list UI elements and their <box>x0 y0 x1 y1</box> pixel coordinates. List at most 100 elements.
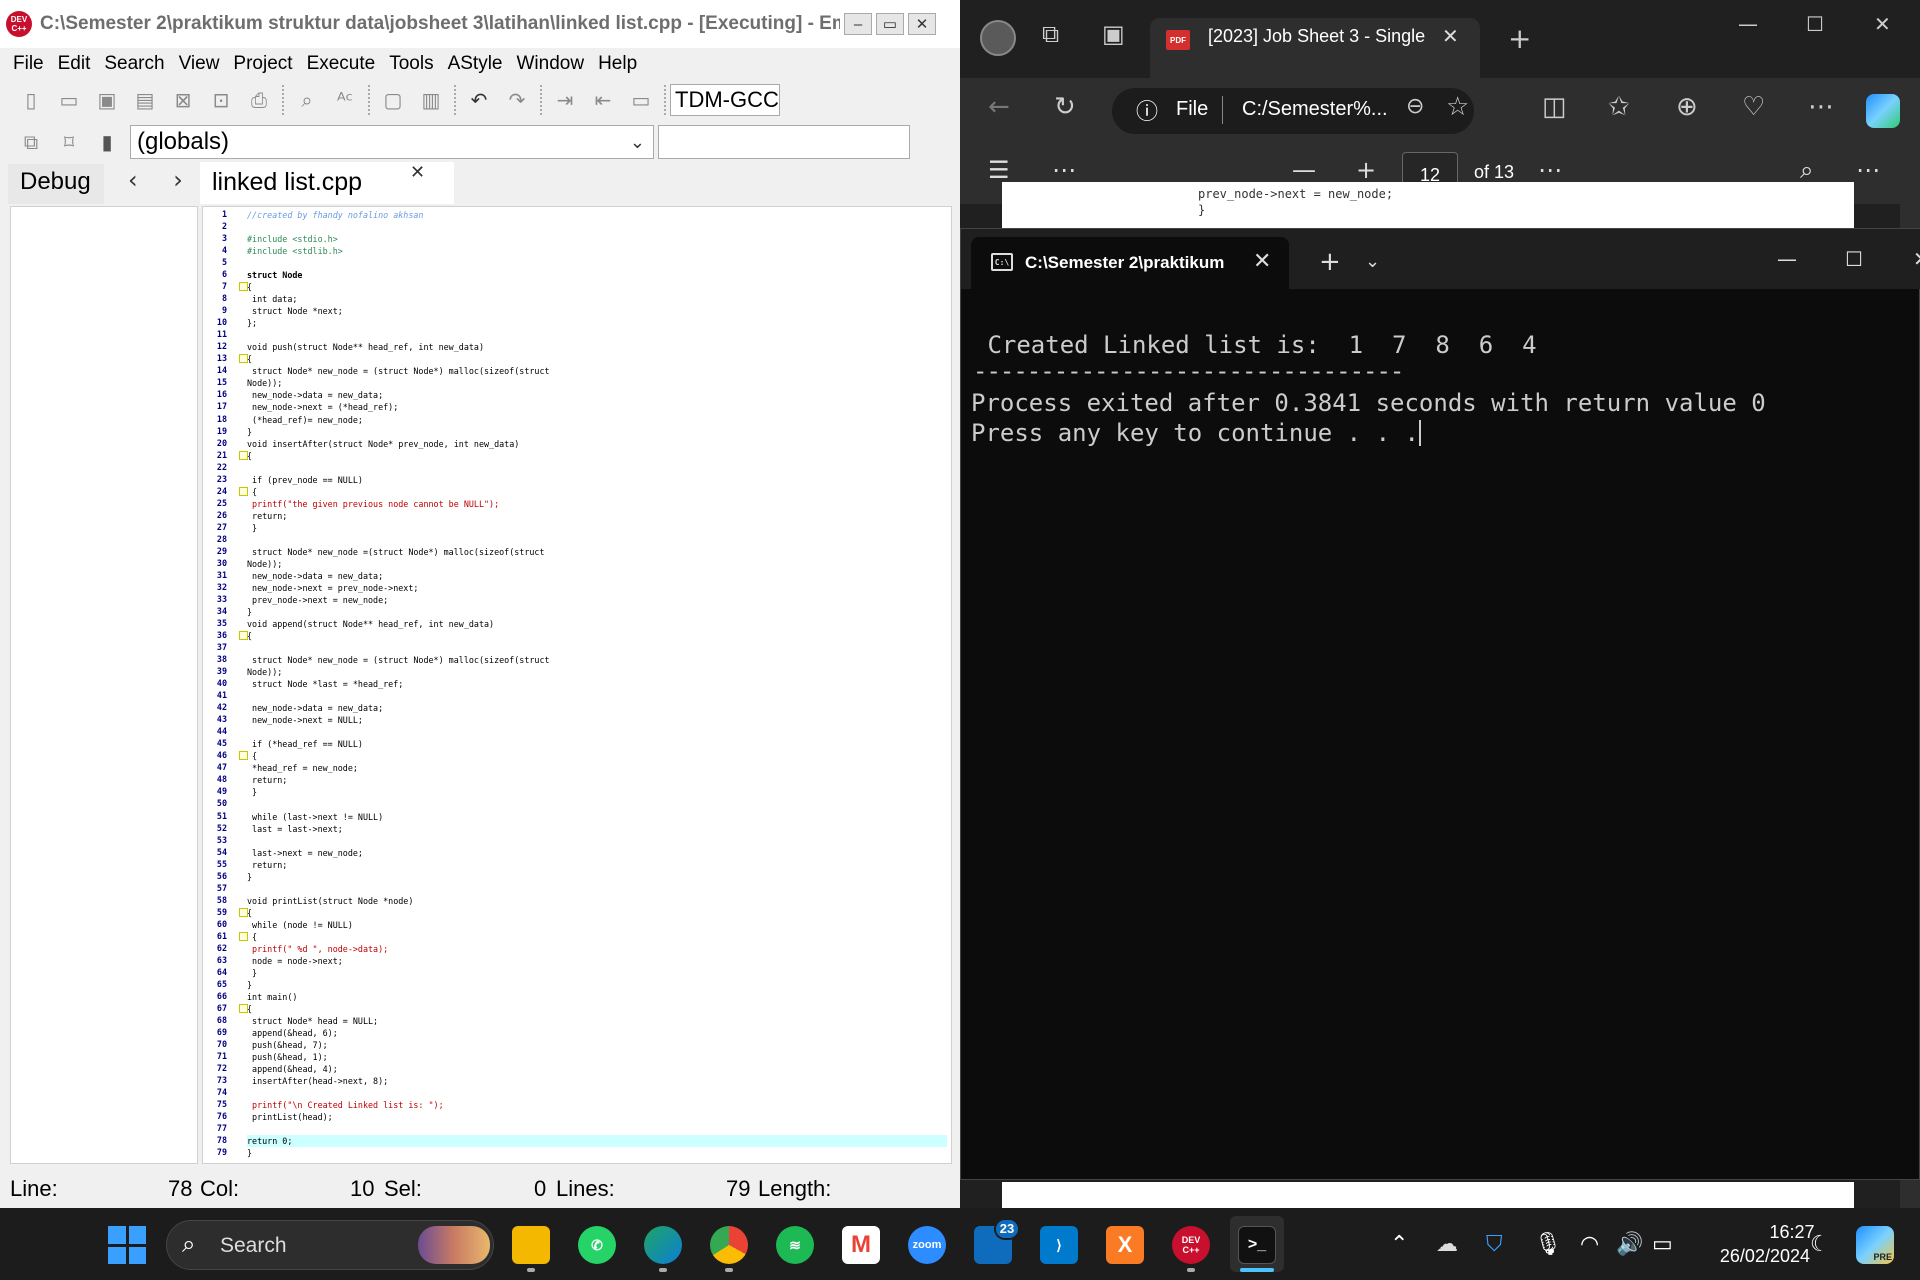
close-icon[interactable]: ✕ <box>1442 24 1459 48</box>
split-screen-icon[interactable]: ◫ <box>1542 92 1567 122</box>
menu-execute[interactable]: Execute <box>307 53 376 75</box>
code-line[interactable]: { <box>247 281 947 293</box>
comment-icon[interactable]: ▭ <box>622 84 660 116</box>
menu-edit[interactable]: Edit <box>58 53 91 75</box>
code-line[interactable]: new_node->next = NULL; <box>247 714 947 726</box>
insert-icon[interactable]: ⧉ <box>12 126 50 158</box>
code-line[interactable]: Node)); <box>247 558 947 570</box>
code-line[interactable] <box>247 1087 947 1099</box>
microphone-icon[interactable]: 🎙 <box>1534 1232 1562 1257</box>
code-line[interactable] <box>247 835 947 847</box>
code-line[interactable] <box>247 642 947 654</box>
code-line[interactable]: struct Node *last = *head_ref; <box>247 678 947 690</box>
redo-icon[interactable]: ↷ <box>498 84 536 116</box>
code-line[interactable]: append(&head, 4); <box>247 1063 947 1075</box>
pdf-search-icon[interactable]: ⌕ <box>1800 156 1813 184</box>
code-line[interactable]: if (prev_node == NULL) <box>247 474 947 486</box>
devcpp-icon[interactable]: DEV C++ <box>1172 1226 1210 1264</box>
close-all-icon[interactable]: ⊡ <box>202 84 240 116</box>
security-shield-icon[interactable]: ⛉ <box>1486 1232 1503 1257</box>
menu-search[interactable]: Search <box>104 53 164 75</box>
menu-project[interactable]: Project <box>233 53 292 75</box>
favorites-icon[interactable]: ✩ <box>1608 92 1630 122</box>
new-file-icon[interactable]: ▯ <box>12 84 50 116</box>
minimize-icon[interactable]: — <box>1738 12 1758 36</box>
code-line[interactable]: append(&head, 6); <box>247 1027 947 1039</box>
scope-dropdown[interactable]: (globals) ⌄ <box>130 125 654 159</box>
code-line[interactable]: return; <box>247 774 947 786</box>
code-line[interactable]: void push(struct Node** head_ref, int ne… <box>247 341 947 353</box>
current-code-line[interactable]: return 0; <box>247 1135 947 1148</box>
print-icon[interactable]: ⎙ <box>240 84 278 116</box>
favorite-star-icon[interactable]: ☆ <box>1446 92 1469 122</box>
close-icon[interactable]: ✕ <box>1874 12 1891 36</box>
copilot-icon[interactable] <box>1866 94 1900 128</box>
code-line[interactable]: push(&head, 7); <box>247 1039 947 1051</box>
url-text[interactable]: C:/Semester%... <box>1242 98 1388 121</box>
chevron-down-icon[interactable]: ⌄ <box>1365 251 1380 272</box>
onedrive-icon[interactable]: ☁ <box>1436 1232 1458 1257</box>
code-line[interactable] <box>247 883 947 895</box>
code-line[interactable]: printList(head); <box>247 1111 947 1123</box>
code-line[interactable]: return; <box>247 510 947 522</box>
code-line[interactable]: new_node->data = new_data; <box>247 702 947 714</box>
close-icon[interactable]: ✕ <box>1913 247 1920 271</box>
code-line[interactable]: { <box>247 907 947 919</box>
code-line[interactable]: } <box>247 1147 947 1159</box>
chrome-icon[interactable] <box>710 1226 748 1264</box>
pdf-more-icon[interactable]: ⋯ <box>1052 156 1076 184</box>
code-line[interactable]: } <box>247 967 947 979</box>
tab-debug[interactable]: Debug <box>8 164 104 204</box>
notifications-icon[interactable]: ☾ <box>1810 1232 1830 1257</box>
code-line[interactable]: last = last->next; <box>247 823 947 835</box>
whatsapp-icon[interactable]: ✆ <box>578 1226 616 1264</box>
code-line[interactable]: int main() <box>247 991 947 1003</box>
code-line[interactable]: } <box>247 979 947 991</box>
code-line[interactable]: *head_ref = new_node; <box>247 762 947 774</box>
minimize-icon[interactable]: — <box>1777 247 1797 271</box>
code-line[interactable]: printf("the given previous node cannot b… <box>247 498 947 510</box>
terminal-icon[interactable]: >_ <box>1238 1226 1276 1264</box>
code-line[interactable]: return; <box>247 859 947 871</box>
members-dropdown[interactable] <box>658 125 910 159</box>
code-line[interactable]: { <box>247 353 947 365</box>
code-line[interactable] <box>247 462 947 474</box>
collections-icon[interactable]: ⊕ <box>1676 92 1698 122</box>
code-line[interactable]: (*head_ref)= new_node; <box>247 414 947 426</box>
unindent-icon[interactable]: ⇤ <box>584 84 622 116</box>
xampp-icon[interactable]: X <box>1106 1226 1144 1264</box>
compiler-select[interactable]: TDM-GCC <box>670 84 780 116</box>
code-line[interactable]: }; <box>247 317 947 329</box>
code-line[interactable]: last->next = new_node; <box>247 847 947 859</box>
code-line[interactable]: } <box>247 426 947 438</box>
profile-avatar[interactable] <box>980 20 1016 56</box>
code-editor[interactable]: 1 2 3 4 5 6 7 8 9 10 11 12 13 14 15 16 17 18 19 20 21 22 23 24 2… <box>202 206 952 1164</box>
code-line[interactable]: } <box>247 606 947 618</box>
open-folder-icon[interactable]: ▭ <box>50 84 88 116</box>
spotify-icon[interactable]: ≋ <box>776 1226 814 1264</box>
menu-tools[interactable]: Tools <box>389 53 433 75</box>
code-line[interactable]: { <box>247 450 947 462</box>
code-line[interactable] <box>247 1123 947 1135</box>
new-tab-icon[interactable]: + <box>1508 22 1531 55</box>
code-line[interactable]: { <box>247 750 947 762</box>
code-line[interactable]: { <box>247 931 947 943</box>
wifi-icon[interactable]: ◠ <box>1580 1232 1599 1257</box>
code-line[interactable]: struct Node* new_node = (struct Node*) m… <box>247 654 947 666</box>
zoom-plus-icon[interactable]: + <box>1356 156 1376 184</box>
gmail-icon[interactable]: M <box>842 1226 880 1264</box>
code-line[interactable]: struct Node *next; <box>247 305 947 317</box>
more-menu-icon[interactable]: ⋯ <box>1808 92 1834 122</box>
page-more-icon[interactable]: ⋯ <box>1538 156 1562 184</box>
code-line[interactable] <box>247 798 947 810</box>
replace-icon[interactable]: ᴬᶜ <box>326 84 364 116</box>
code-line[interactable]: { <box>247 1003 947 1015</box>
find-icon[interactable]: ⌕ <box>288 84 326 116</box>
start-icon[interactable] <box>108 1226 146 1264</box>
code-line[interactable]: struct Node* new_node = (struct Node*) m… <box>247 365 947 377</box>
zoom-icon[interactable]: zoom <box>908 1226 946 1264</box>
code-line[interactable]: //created by fhandy nofalino akhsan <box>247 209 947 221</box>
code-line[interactable]: { <box>247 486 947 498</box>
pdf-options-icon[interactable]: ⋯ <box>1856 156 1880 184</box>
code-line[interactable] <box>247 257 947 269</box>
